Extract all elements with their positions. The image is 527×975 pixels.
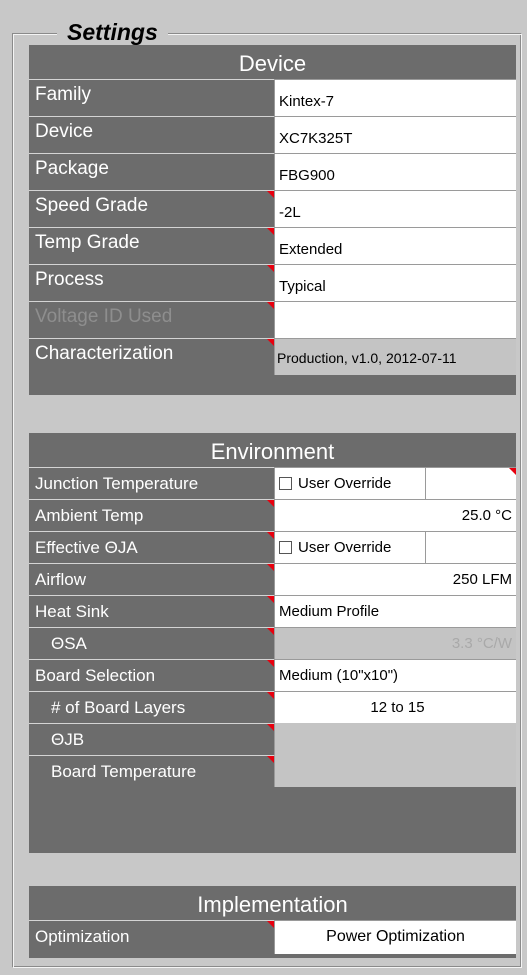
package-value[interactable]: FBG900 bbox=[274, 153, 516, 190]
characterization-value: Production, v1.0, 2012-07-11 bbox=[274, 338, 516, 375]
theta-ja-row: Effective ΘJA User Override bbox=[29, 531, 516, 563]
speed-grade-row: Speed Grade -2L bbox=[29, 190, 516, 227]
family-value[interactable]: Kintex-7 bbox=[274, 79, 516, 116]
voltage-id-row: Voltage ID Used bbox=[29, 301, 516, 338]
heat-sink-row: Heat Sink Medium Profile bbox=[29, 595, 516, 627]
temp-grade-label: Temp Grade bbox=[29, 227, 274, 264]
package-row: Package FBG900 bbox=[29, 153, 516, 190]
board-selection-label: Board Selection bbox=[29, 659, 274, 691]
temp-grade-row: Temp Grade Extended bbox=[29, 227, 516, 264]
airflow-label: Airflow bbox=[29, 563, 274, 595]
board-temp-label: Board Temperature bbox=[29, 755, 274, 787]
theta-ja-value: User Override bbox=[274, 531, 516, 563]
implementation-section: Implementation Optimization Power Optimi… bbox=[29, 886, 516, 958]
ambient-temp-label: Ambient Temp bbox=[29, 499, 274, 531]
theta-sa-label: ΘSA bbox=[29, 627, 274, 659]
optimization-row: Optimization Power Optimization bbox=[29, 920, 516, 954]
theta-ja-label: Effective ΘJA bbox=[29, 531, 274, 563]
device-row: Device XC7K325T bbox=[29, 116, 516, 153]
device-label: Device bbox=[29, 116, 274, 153]
ambient-temp-value[interactable]: 25.0 °C bbox=[274, 499, 516, 531]
device-value[interactable]: XC7K325T bbox=[274, 116, 516, 153]
board-temp-row: Board Temperature bbox=[29, 755, 516, 787]
environment-header: Environment bbox=[29, 433, 516, 467]
junction-divider bbox=[425, 468, 426, 499]
board-selection-value[interactable]: Medium (10"x10") bbox=[274, 659, 516, 691]
heat-sink-value[interactable]: Medium Profile bbox=[274, 595, 516, 627]
optimization-value[interactable]: Power Optimization bbox=[274, 920, 516, 954]
device-header: Device bbox=[29, 45, 516, 79]
voltage-id-label: Voltage ID Used bbox=[29, 301, 274, 338]
board-layers-row: # of Board Layers 12 to 15 bbox=[29, 691, 516, 723]
process-row: Process Typical bbox=[29, 264, 516, 301]
board-selection-row: Board Selection Medium (10"x10") bbox=[29, 659, 516, 691]
family-row: Family Kintex-7 bbox=[29, 79, 516, 116]
board-temp-value bbox=[274, 755, 516, 787]
package-label: Package bbox=[29, 153, 274, 190]
characterization-label: Characterization bbox=[29, 338, 274, 375]
ambient-temp-row: Ambient Temp 25.0 °C bbox=[29, 499, 516, 531]
airflow-row: Airflow 250 LFM bbox=[29, 563, 516, 595]
heat-sink-label: Heat Sink bbox=[29, 595, 274, 627]
junction-temp-row: Junction Temperature User Override bbox=[29, 467, 516, 499]
speed-grade-label: Speed Grade bbox=[29, 190, 274, 227]
device-section: Device Family Kintex-7 Device XC7K325T P… bbox=[29, 45, 516, 395]
junction-temp-value: User Override bbox=[274, 467, 516, 499]
voltage-id-value[interactable] bbox=[274, 301, 516, 338]
family-label: Family bbox=[29, 79, 274, 116]
theta-jb-row: ΘJB bbox=[29, 723, 516, 755]
characterization-row: Characterization Production, v1.0, 2012-… bbox=[29, 338, 516, 375]
theta-jb-label: ΘJB bbox=[29, 723, 274, 755]
junction-override-label[interactable]: User Override bbox=[298, 468, 391, 499]
theta-sa-value: 3.3 °C/W bbox=[274, 627, 516, 659]
implementation-header: Implementation bbox=[29, 886, 516, 920]
theta-ja-override-label[interactable]: User Override bbox=[298, 532, 391, 563]
junction-temp-label: Junction Temperature bbox=[29, 467, 274, 499]
theta-jb-value bbox=[274, 723, 516, 755]
theta-sa-row: ΘSA 3.3 °C/W bbox=[29, 627, 516, 659]
process-label: Process bbox=[29, 264, 274, 301]
theta-ja-override-checkbox[interactable] bbox=[279, 541, 292, 554]
speed-grade-value[interactable]: -2L bbox=[274, 190, 516, 227]
optimization-label: Optimization bbox=[29, 920, 274, 954]
airflow-value[interactable]: 250 LFM bbox=[274, 563, 516, 595]
process-value[interactable]: Typical bbox=[274, 264, 516, 301]
board-layers-label: # of Board Layers bbox=[29, 691, 274, 723]
settings-title: Settings bbox=[57, 18, 168, 46]
theta-ja-divider bbox=[425, 532, 426, 563]
board-layers-value[interactable]: 12 to 15 bbox=[274, 691, 516, 723]
environment-section: Environment Junction Temperature User Ov… bbox=[29, 433, 516, 853]
temp-grade-value[interactable]: Extended bbox=[274, 227, 516, 264]
junction-override-checkbox[interactable] bbox=[279, 477, 292, 490]
